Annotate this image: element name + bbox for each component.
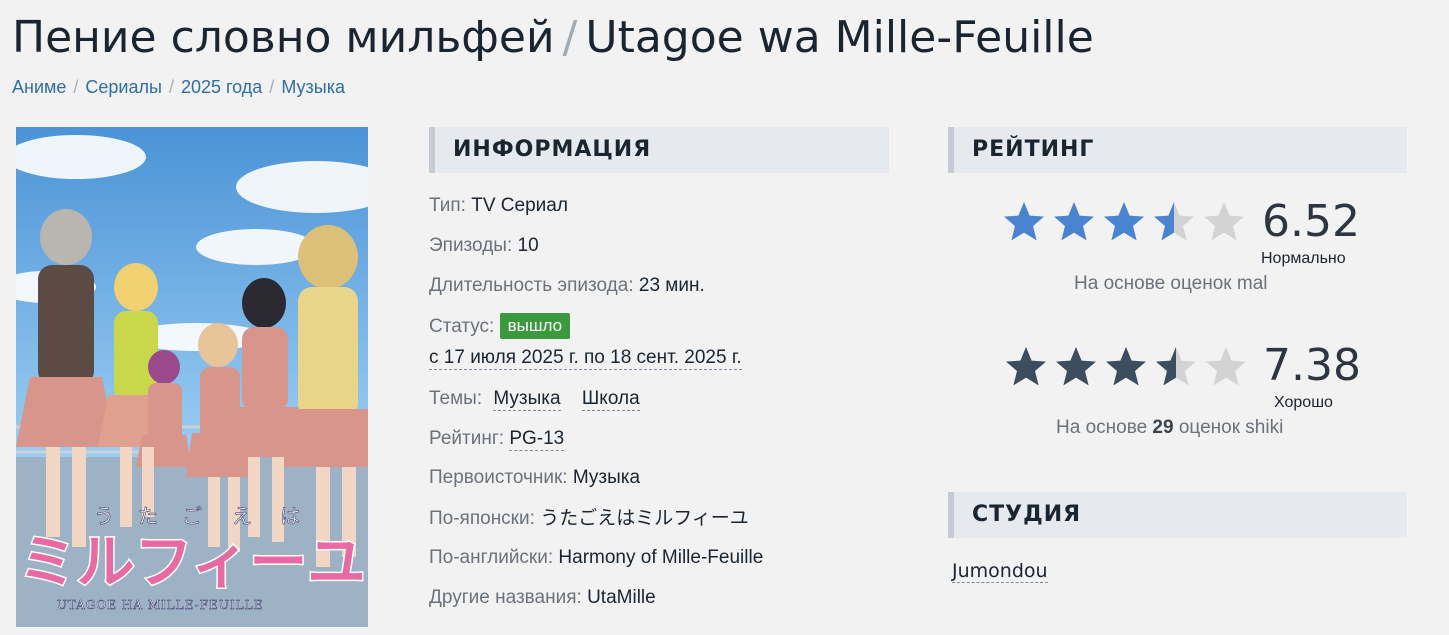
theme-link-music[interactable]: Музыка [493,388,561,411]
shiki-star-4-icon [1156,347,1196,386]
shiki-star-rating [1004,345,1248,389]
rating-heading: РЕЙТИНГ [948,127,1407,173]
info-english: По-английски: Harmony of Mille-Feuille [429,546,763,570]
info-episodes-label: Эпизоды: [429,235,513,256]
shiki-star-1-icon [1006,347,1046,386]
shiki-score-word: Хорошо [1274,394,1333,411]
info-japanese: По-японски: うたごえはミルフィーユ [429,506,749,531]
mal-score-word: Нормально [1261,250,1346,267]
info-source-value: Музыка [572,467,641,488]
info-rating-label: Рейтинг: [429,428,505,449]
shiki-note-suffix: оценок shiki [1178,417,1284,438]
info-japanese-value: うたごえはミルフィーユ [540,507,749,529]
info-japanese-label: По-японски: [429,508,535,529]
breadcrumb-year[interactable]: 2025 года [181,77,262,97]
info-other-names: Другие названия: UtaMille [429,586,656,610]
breadcrumb: Аниме / Сериалы / 2025 года / Музыка [12,75,345,99]
breadcrumb-genre[interactable]: Музыка [281,77,345,97]
info-rating: Рейтинг: PG-13 [429,427,565,451]
studio-heading: СТУДИЯ [948,492,1407,538]
info-episodes: Эпизоды: 10 [429,234,539,258]
info-episodes-value: 10 [517,235,539,256]
breadcrumb-separator: / [269,77,275,97]
info-source: Первоисточник: Музыка [429,466,640,490]
poster-logo: ミルフィーユ [19,528,366,596]
studio-link[interactable]: Jumondou [952,560,1048,583]
info-duration-label: Длительность эпизода: [429,275,634,296]
status-badge: вышло [499,313,571,339]
info-duration-value: 23 мин. [638,275,705,296]
page-title: Пение словно мильфей / Utagoe wa Mille-Feu… [12,10,1094,66]
info-other-names-label: Другие названия: [429,587,582,608]
info-themes-label: Темы: [429,388,483,409]
mal-score: 6.52 [1262,196,1360,247]
mal-star-4-icon [1154,202,1194,241]
info-other-names-value: UtaMille [587,587,656,608]
poster-kana-2: た [138,504,158,528]
mal-star-3-icon [1104,202,1144,241]
anime-poster[interactable]: う た ご え は ミルフィーユ UTAGOE HA MILLE-FEUILLE [16,127,368,627]
shiki-star-3-icon [1106,347,1146,386]
poster-kana-5: は [280,504,300,528]
title-russian: Пение словно мильфей [12,12,555,63]
info-status-dates[interactable]: с 17 июля 2025 г. по 18 сент. 2025 г. [429,347,742,370]
mal-star-2-icon [1054,202,1094,241]
breadcrumb-series[interactable]: Сериалы [85,77,162,97]
breadcrumb-separator: / [73,77,79,97]
mal-star-rating [1002,200,1246,244]
shiki-score: 7.38 [1263,340,1361,391]
info-type: Тип: TV Сериал [429,194,568,218]
info-status: Статус: вышло [429,313,571,339]
shiki-star-5-icon [1206,347,1246,386]
breadcrumb-anime[interactable]: Аниме [12,77,66,97]
poster-kana-3: ご [182,504,202,528]
breadcrumb-separator: / [168,77,174,97]
poster-kana-4: え [232,504,252,528]
age-rating-link[interactable]: PG-13 [509,428,565,451]
shiki-star-2-icon [1056,347,1096,386]
info-type-value: TV Сериал [471,195,568,216]
info-source-label: Первоисточник: [429,467,568,488]
info-english-label: По-английски: [429,547,554,568]
title-romaji: Utagoe wa Mille-Feuille [585,12,1094,63]
theme-link-school[interactable]: Школа [581,388,640,411]
shiki-vote-count: 29 [1152,417,1174,438]
info-themes: Темы: Музыка Школа [429,387,640,411]
mal-star-5-icon [1204,202,1244,241]
info-status-label: Статус: [429,316,495,337]
mal-score-note: На основе оценок mal [1074,273,1268,294]
info-duration: Длительность эпизода: 23 мин. [429,274,705,298]
shiki-note-prefix: На основе [1056,417,1148,438]
mal-star-1-icon [1004,202,1044,241]
poster-kana-1: う [94,504,114,528]
info-english-value: Harmony of Mille-Feuille [558,547,764,568]
poster-logo-subtitle: UTAGOE HA MILLE-FEUILLE [57,598,264,612]
title-separator: / [562,12,578,63]
info-status-dates-row: с 17 июля 2025 г. по 18 сент. 2025 г. [429,346,742,370]
info-type-label: Тип: [429,195,466,216]
info-heading: ИНФОРМАЦИЯ [429,127,889,173]
shiki-score-note: На основе 29 оценок shiki [1056,417,1283,439]
